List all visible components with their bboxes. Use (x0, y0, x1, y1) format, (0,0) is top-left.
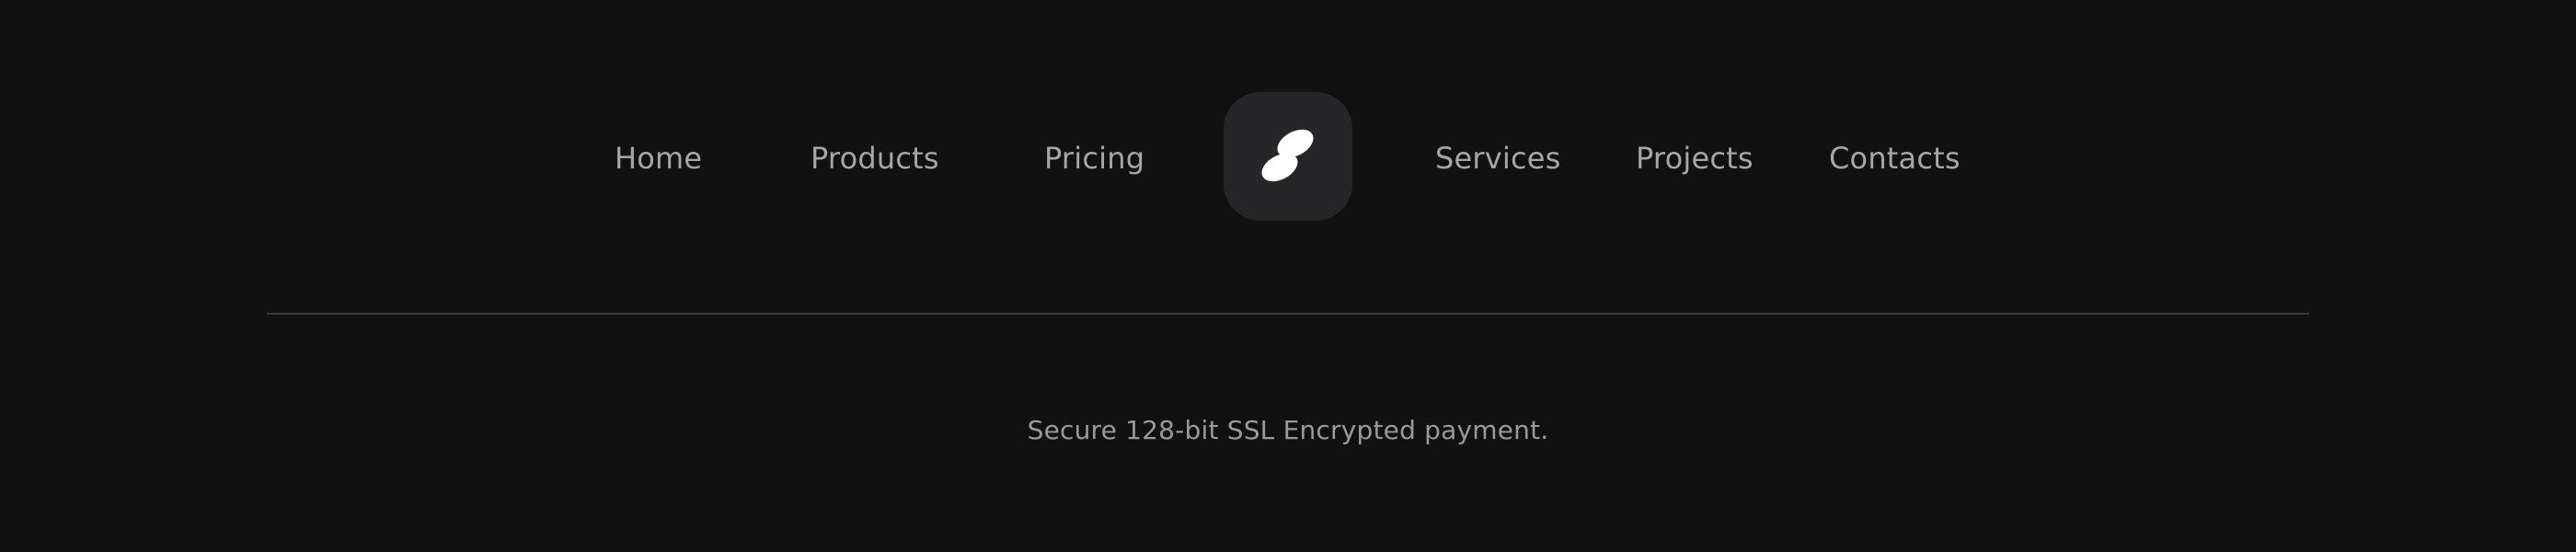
nav-link-pricing[interactable]: Pricing (1044, 136, 1144, 180)
logo-button[interactable] (1224, 92, 1352, 221)
nav-link-home[interactable]: Home (615, 136, 702, 180)
footer-divider (267, 313, 2309, 315)
nav-link-products[interactable]: Products (811, 136, 939, 180)
nav-link-services[interactable]: Services (1435, 136, 1561, 180)
nav-link-projects[interactable]: Projects (1636, 136, 1754, 180)
nav-link-contacts[interactable]: Contacts (1829, 136, 1961, 180)
main-navigation: Home Products Pricing Services Projects … (0, 0, 2576, 318)
security-note: Secure 128-bit SSL Encrypted payment. (1027, 415, 1549, 445)
two-pebble-logo-icon (1261, 129, 1314, 182)
